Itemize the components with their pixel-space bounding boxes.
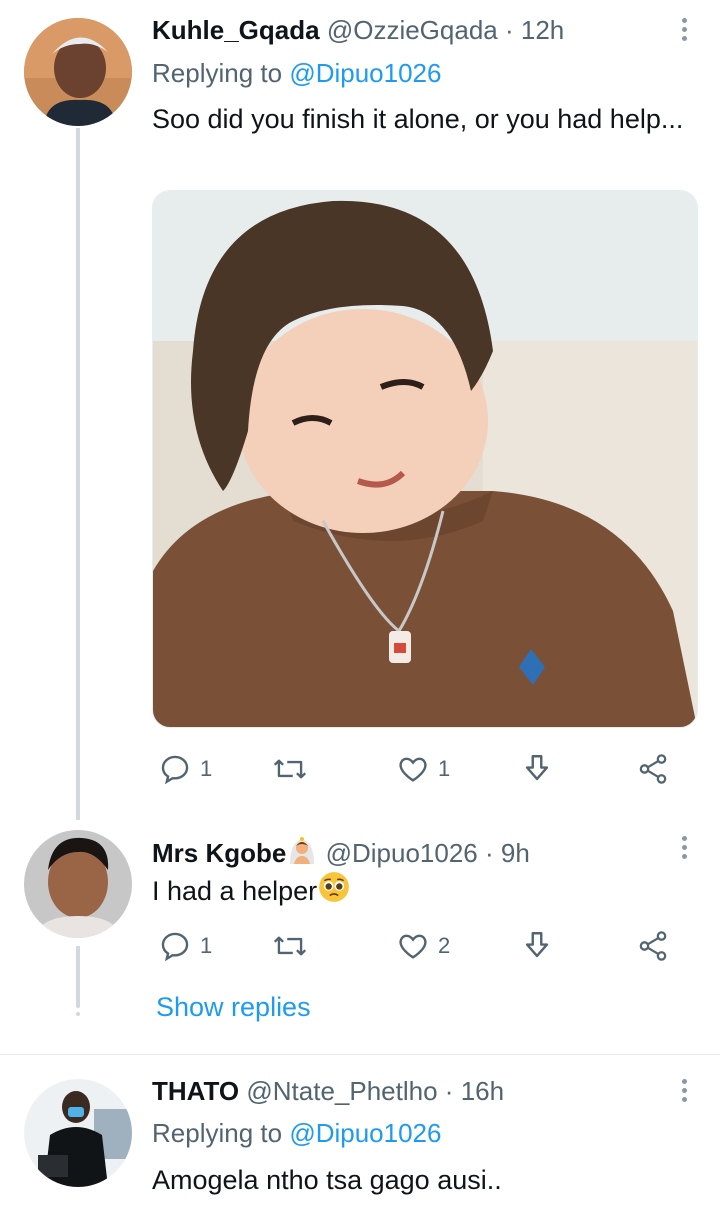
tweet-text: Amogela ntho tsa gago ausi.. <box>152 1165 502 1195</box>
share-button[interactable] <box>636 926 670 966</box>
more-icon[interactable] <box>682 1079 688 1106</box>
tweet-header: Mrs Kgobe @Dipuo1026 · 9h <box>152 834 530 873</box>
separator-dot: · <box>444 1076 454 1106</box>
avatar[interactable] <box>24 1079 132 1187</box>
like-count: 1 <box>438 756 451 781</box>
tweet-text: Soo did you finish it alone, or you had … <box>152 104 684 134</box>
retweet-icon <box>272 929 308 963</box>
mention-link[interactable]: @Dipuo1026 <box>289 58 441 88</box>
reply-count: 1 <box>200 756 213 781</box>
mention-link[interactable]: @Dipuo1026 <box>289 1118 441 1148</box>
download-button[interactable] <box>520 749 554 789</box>
display-name[interactable]: Mrs Kgobe <box>152 838 286 868</box>
retweet-icon <box>272 752 308 786</box>
reply-icon <box>158 929 192 963</box>
replying-to-label: Replying to <box>152 1118 283 1148</box>
share-icon <box>636 752 670 786</box>
like-icon <box>396 752 430 786</box>
show-replies-link[interactable]: Show replies <box>156 992 311 1023</box>
thread-continuation-dots <box>76 996 80 1020</box>
thread-line <box>76 128 80 820</box>
pleading-face-emoji-icon <box>317 870 351 914</box>
tweet-thato[interactable]: THATO @Ntate_Phetlho · 16h Replying to @… <box>0 1055 720 1212</box>
download-button[interactable] <box>520 926 554 966</box>
replying-to: Replying to @Dipuo1026 <box>152 1117 441 1149</box>
tweet-header: Kuhle_Gqada @OzzieGqada · 12h <box>152 14 564 46</box>
tweet-mrs-kgobe[interactable]: Mrs Kgobe @Dipuo1026 · 9h I had a helper… <box>0 820 720 1054</box>
more-icon[interactable] <box>682 18 688 45</box>
replying-to: Replying to @Dipuo1026 <box>152 57 441 89</box>
download-icon <box>520 929 554 963</box>
reply-button[interactable]: 1 <box>158 926 212 966</box>
reply-button[interactable]: 1 <box>158 749 212 789</box>
tweet-header: THATO @Ntate_Phetlho · 16h <box>152 1075 504 1107</box>
tweet-actions: 1 1 <box>152 749 696 789</box>
tweet-text: I had a helper <box>152 870 692 914</box>
tweet-text-content: I had a helper <box>152 876 318 906</box>
more-icon[interactable] <box>682 836 688 863</box>
display-name[interactable]: Kuhle_Gqada <box>152 15 320 45</box>
avatar[interactable] <box>24 18 132 126</box>
like-button[interactable]: 2 <box>396 926 450 966</box>
avatar[interactable] <box>24 830 132 938</box>
retweet-button[interactable] <box>272 926 308 966</box>
share-button[interactable] <box>636 749 670 789</box>
like-count: 2 <box>438 933 451 958</box>
download-icon <box>520 752 554 786</box>
timestamp[interactable]: 16h <box>461 1076 504 1106</box>
handle[interactable]: @OzzieGqada <box>327 15 498 45</box>
reply-count: 1 <box>200 933 213 958</box>
share-icon <box>636 929 670 963</box>
timestamp[interactable]: 9h <box>501 838 530 868</box>
tweet-photo[interactable] <box>152 190 698 728</box>
reply-icon <box>158 752 192 786</box>
separator-dot: · <box>484 838 494 868</box>
timestamp[interactable]: 12h <box>521 15 564 45</box>
handle[interactable]: @Dipuo1026 <box>326 838 478 868</box>
display-name[interactable]: THATO <box>152 1076 239 1106</box>
tweet-kuhle[interactable]: Kuhle_Gqada @OzzieGqada · 12h Replying t… <box>0 0 720 820</box>
handle[interactable]: @Ntate_Phetlho <box>246 1076 437 1106</box>
bride-emoji-icon <box>286 834 318 873</box>
like-icon <box>396 929 430 963</box>
replying-to-label: Replying to <box>152 58 283 88</box>
like-button[interactable]: 1 <box>396 749 450 789</box>
tweet-actions: 1 2 <box>152 926 696 966</box>
separator-dot: · <box>504 15 514 45</box>
retweet-button[interactable] <box>272 749 308 789</box>
